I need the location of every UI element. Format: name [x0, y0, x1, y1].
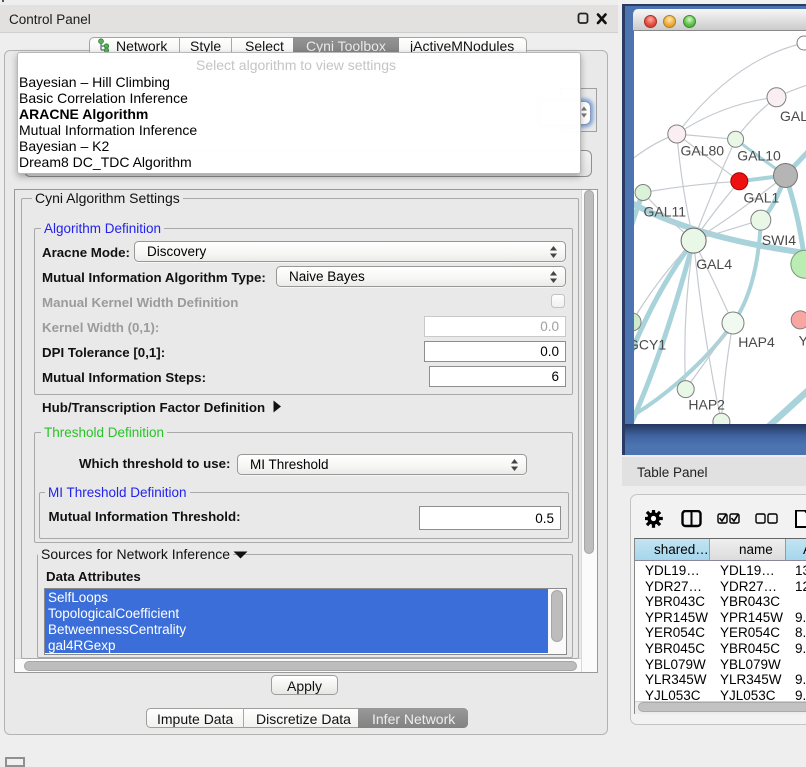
- svg-text:HAP2: HAP2: [688, 396, 725, 412]
- svg-text:HAP4: HAP4: [738, 334, 775, 350]
- svg-text:GAL80: GAL80: [681, 142, 725, 158]
- svg-text:GAL4: GAL4: [696, 256, 732, 272]
- svg-text:GAL: GAL: [780, 108, 806, 124]
- svg-text:GCY1: GCY1: [634, 337, 666, 353]
- svg-text:SWI4: SWI4: [762, 232, 796, 248]
- svg-text:GAL11: GAL11: [644, 204, 687, 220]
- svg-text:Y: Y: [799, 332, 806, 348]
- svg-text:GAL1: GAL1: [744, 190, 780, 206]
- svg-text:GAL10: GAL10: [737, 148, 781, 164]
